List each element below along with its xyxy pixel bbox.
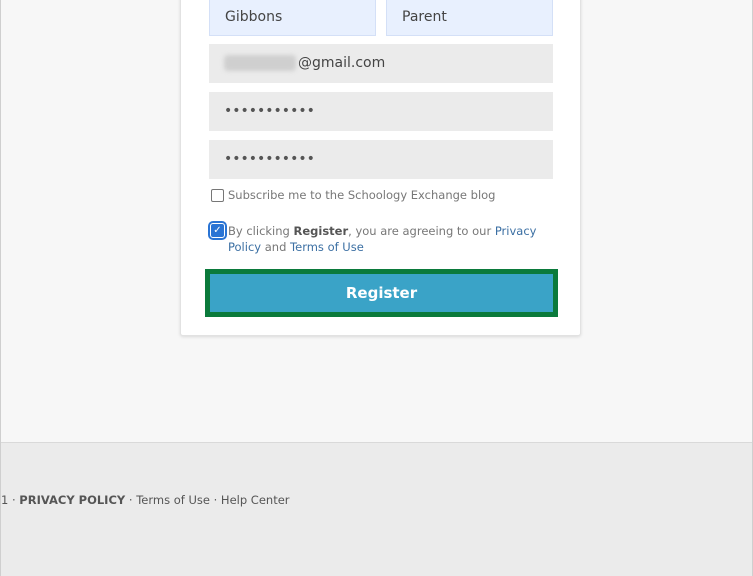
- footer-prefix: 1 ·: [1, 493, 20, 507]
- main-area: Gibbons Parent @gmail.com ••••••••••• ••…: [1, 0, 752, 442]
- last-name-field[interactable]: Parent: [386, 0, 553, 36]
- footer-links: 1 · PRIVACY POLICY · Terms of Use · Help…: [1, 493, 290, 507]
- first-name-value: Gibbons: [225, 9, 283, 25]
- confirm-password-mask: •••••••••••: [224, 151, 315, 167]
- terms-register-word: Register: [293, 224, 349, 238]
- terms-row: ✓ By clicking Register, you are agreeing…: [208, 221, 541, 255]
- footer-privacy-policy-link[interactable]: PRIVACY POLICY: [19, 493, 125, 507]
- first-name-field[interactable]: Gibbons: [209, 0, 376, 36]
- register-button[interactable]: Register: [210, 274, 553, 312]
- subscribe-label: Subscribe me to the Schoology Exchange b…: [228, 188, 496, 202]
- footer-help-center-link[interactable]: Help Center: [221, 493, 290, 507]
- email-username-redacted: [224, 55, 296, 71]
- password-mask: •••••••••••: [224, 103, 315, 119]
- email-suffix: @gmail.com: [298, 55, 386, 71]
- footer: 1 · PRIVACY POLICY · Terms of Use · Help…: [1, 442, 752, 576]
- last-name-value: Parent: [402, 9, 447, 25]
- footer-terms-link[interactable]: Terms of Use: [136, 493, 210, 507]
- password-field[interactable]: •••••••••••: [209, 92, 553, 131]
- subscribe-checkbox[interactable]: [211, 189, 224, 202]
- confirm-password-field[interactable]: •••••••••••: [209, 140, 553, 179]
- email-field[interactable]: @gmail.com: [209, 44, 553, 83]
- terms-of-use-link[interactable]: Terms of Use: [290, 240, 364, 254]
- registration-card: Gibbons Parent @gmail.com ••••••••••• ••…: [180, 0, 581, 336]
- terms-checkbox[interactable]: ✓: [208, 221, 227, 240]
- terms-text: By clicking Register, you are agreeing t…: [228, 224, 537, 254]
- register-highlight: Register: [205, 269, 558, 317]
- subscribe-row: Subscribe me to the Schoology Exchange b…: [211, 188, 495, 202]
